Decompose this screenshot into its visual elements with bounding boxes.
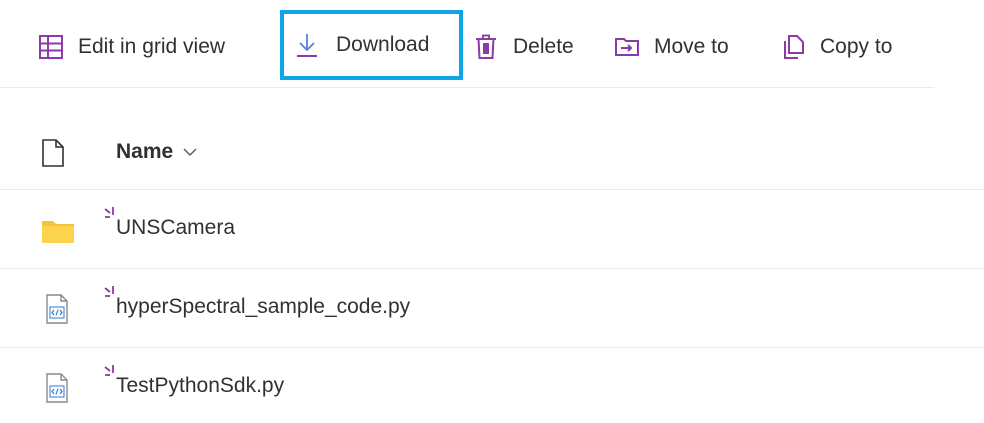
python-file-icon [46,294,68,324]
command-bar: Edit in grid view Download Delete Move t… [0,0,934,88]
list-item[interactable]: hyperSpectral_sample_code.py [0,269,984,348]
name-column-header[interactable]: Name [116,140,198,164]
file-type-column-icon[interactable] [41,139,65,167]
copy-icon [784,35,804,59]
edit-in-grid-view-label: Edit in grid view [78,35,226,58]
trash-icon [476,34,496,59]
list-item[interactable]: UNSCamera [0,190,984,269]
item-name[interactable]: UNSCamera [116,216,235,240]
file-library: Edit in grid view Download Delete Move t… [0,0,984,423]
move-to-button[interactable]: Move to [614,26,729,68]
python-file-icon [46,373,68,403]
copy-to-button[interactable]: Copy to [780,26,892,68]
download-label: Download [336,33,430,56]
list-header: Name [0,112,984,190]
move-to-label: Move to [654,35,729,58]
copy-to-label: Copy to [820,35,893,58]
move-icon [615,38,639,56]
chevron-down-icon [183,148,197,157]
edit-in-grid-view-button[interactable]: Edit in grid view [38,26,225,68]
delete-button[interactable]: Delete [473,26,574,68]
item-name[interactable]: hyperSpectral_sample_code.py [116,295,410,319]
list-item[interactable]: TestPythonSdk.py [0,348,984,423]
grid-icon [39,35,63,59]
name-column-label: Name [116,140,174,163]
delete-label: Delete [513,35,574,58]
item-name[interactable]: TestPythonSdk.py [116,374,284,398]
download-button[interactable]: Download [280,10,463,80]
folder-icon [42,221,74,243]
download-icon [297,34,317,57]
